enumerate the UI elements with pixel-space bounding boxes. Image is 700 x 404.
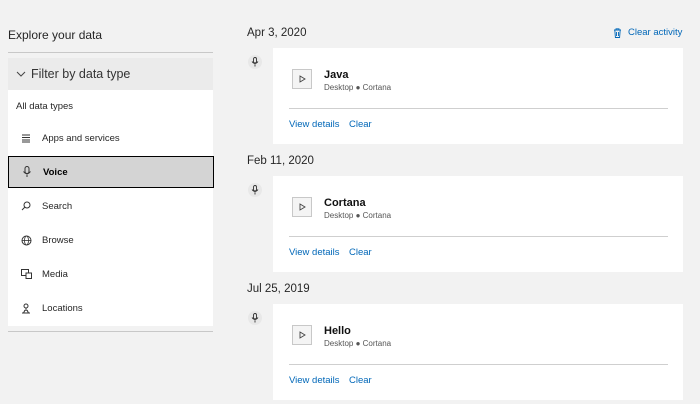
view-details-link[interactable]: View details <box>289 119 340 130</box>
type-item-label: Apps and services <box>42 132 120 144</box>
activity-source: Desktop ● Cortana <box>324 83 392 92</box>
divider <box>8 331 213 332</box>
type-item-search[interactable]: Search <box>8 190 213 222</box>
type-item-label: Search <box>42 200 73 212</box>
activity-source: Desktop ● Cortana <box>324 211 392 220</box>
activity-card: Hello Desktop ● Cortana View details Cle… <box>273 304 683 400</box>
play-button[interactable] <box>292 325 312 345</box>
globe-icon <box>20 234 32 246</box>
activity-title: Java <box>324 69 349 81</box>
activity-title: Cortana <box>324 197 366 209</box>
activity-card: Java Desktop ● Cortana View details Clea… <box>273 48 683 144</box>
divider <box>8 52 213 53</box>
type-item-label: Media <box>42 268 68 280</box>
location-icon <box>20 302 32 314</box>
activity-device: Desktop <box>324 83 354 92</box>
play-icon <box>299 331 306 339</box>
microphone-icon <box>248 183 262 197</box>
activity-date: Feb 11, 2020 <box>247 155 314 167</box>
type-item-label: Browse <box>42 234 74 246</box>
view-details-link[interactable]: View details <box>289 375 340 386</box>
activity-app: Cortana <box>362 339 392 348</box>
activity-date: Apr 3, 2020 <box>247 27 307 39</box>
clear-activity-label: Clear activity <box>628 27 683 38</box>
microphone-icon <box>21 166 33 178</box>
divider <box>289 108 668 109</box>
activity-device: Desktop <box>324 211 354 220</box>
activity-source: Desktop ● Cortana <box>324 339 392 348</box>
clear-link[interactable]: Clear <box>349 119 372 130</box>
play-icon <box>299 75 306 83</box>
divider <box>289 364 668 365</box>
type-item-locations[interactable]: Locations <box>8 292 213 324</box>
divider <box>289 236 668 237</box>
activity-title: Hello <box>324 325 351 337</box>
type-item-apps-and-services[interactable]: Apps and services <box>8 122 213 154</box>
filter-label: Filter by data type <box>31 67 131 81</box>
play-icon <box>299 203 306 211</box>
activity-app: Cortana <box>362 211 392 220</box>
filter-by-type-toggle[interactable]: Filter by data type <box>8 58 213 90</box>
media-icon <box>20 268 32 280</box>
view-details-link[interactable]: View details <box>289 247 340 258</box>
data-type-list: All data types Apps and services Voice S… <box>8 90 214 326</box>
activity-device: Desktop <box>324 339 354 348</box>
chevron-down-icon <box>16 71 26 77</box>
clear-link[interactable]: Clear <box>349 375 372 386</box>
type-item-voice[interactable]: Voice <box>8 156 214 188</box>
trash-icon <box>614 27 621 38</box>
play-button[interactable] <box>292 69 312 89</box>
microphone-icon <box>248 55 262 69</box>
activity-card: Cortana Desktop ● Cortana View details C… <box>273 176 683 272</box>
clear-activity-button[interactable]: Clear activity <box>613 27 682 38</box>
activity-main: Clear activity Apr 3, 2020 Java Desktop … <box>240 0 700 404</box>
explore-title: Explore your data <box>8 28 103 42</box>
type-item-media[interactable]: Media <box>8 258 213 290</box>
sidebar: Explore your data Filter by data type Al… <box>0 0 214 404</box>
clear-link[interactable]: Clear <box>349 247 372 258</box>
type-item-label: Locations <box>42 302 83 314</box>
all-data-types-option[interactable]: All data types <box>16 101 73 112</box>
activity-app: Cortana <box>362 83 392 92</box>
search-icon <box>20 200 32 212</box>
activity-date: Jul 25, 2019 <box>247 283 310 295</box>
microphone-icon <box>248 311 262 325</box>
type-item-label: Voice <box>43 166 68 178</box>
list-icon <box>20 132 32 144</box>
play-button[interactable] <box>292 197 312 217</box>
type-item-browse[interactable]: Browse <box>8 224 213 256</box>
